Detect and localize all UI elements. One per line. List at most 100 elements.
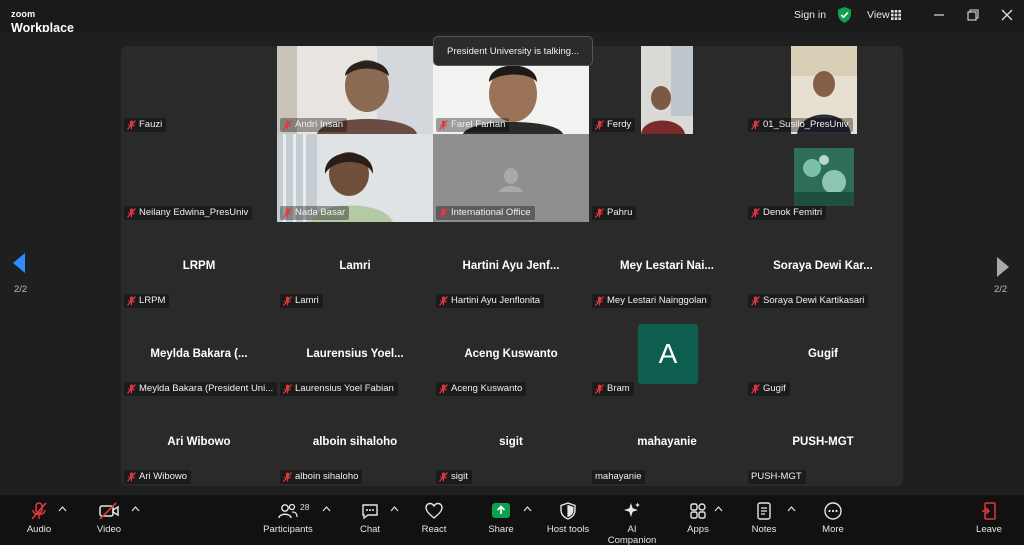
participant-tile-andri-insan[interactable]: Andri Insan — [277, 46, 433, 134]
mic-muted-icon — [751, 120, 760, 130]
view-menu-button[interactable]: View — [867, 9, 890, 21]
video-button[interactable]: Video — [94, 501, 124, 535]
participant-tile-aceng[interactable]: Aceng Kuswanto Aceng Kuswanto — [433, 310, 589, 398]
participant-display-name: Laurensius Yoel... — [306, 348, 404, 360]
participant-tile-hartini[interactable]: Hartini Ayu Jenf... Hartini Ayu Jenfloni… — [433, 222, 589, 310]
participant-name: mahayanie — [595, 471, 642, 482]
participants-icon — [278, 503, 298, 519]
participant-name: 01_Susilo_PresUniv — [763, 119, 849, 130]
restore-icon[interactable] — [964, 6, 982, 24]
participant-tile-mey-lestari[interactable]: Mey Lestari Nai... Mey Lestari Nainggola… — [589, 222, 745, 310]
ai-companion-button[interactable]: AI Companion — [602, 501, 662, 545]
participant-name: Bram — [607, 383, 630, 394]
participant-tile-lamri[interactable]: Lamri Lamri — [277, 222, 433, 310]
participant-tile-ferdy[interactable]: Ferdy — [589, 46, 745, 134]
close-icon[interactable] — [998, 6, 1016, 24]
more-button[interactable]: More — [818, 501, 848, 535]
app-logo: zoom Workplace — [11, 5, 74, 35]
participant-tile-lrpm[interactable]: LRPM LRPM — [121, 222, 277, 310]
participants-options-chevron-up-icon[interactable] — [322, 506, 331, 512]
mic-muted-icon — [283, 472, 292, 482]
participant-name: Andri Insan — [295, 119, 344, 130]
notes-icon — [757, 502, 771, 520]
participant-tile-fauzi[interactable]: Fauzi — [121, 46, 277, 134]
apps-options-chevron-up-icon[interactable] — [714, 506, 723, 512]
participant-tile-alboin[interactable]: alboin sihaloho alboin sihaloho — [277, 398, 433, 486]
react-button[interactable]: React — [418, 501, 450, 535]
notes-options-chevron-up-icon[interactable] — [787, 506, 796, 512]
participant-tile-denok-femitri[interactable]: Denok Femitri — [745, 134, 901, 222]
participant-tile-neilany[interactable]: Neilany Edwina_PresUniv — [121, 134, 277, 222]
name-tag: Pahru — [592, 206, 637, 220]
mic-muted-icon — [439, 472, 448, 482]
name-tag: Denok Femitri — [748, 206, 827, 220]
participant-tile-pahru[interactable]: Pahru — [589, 134, 745, 222]
name-tag: Fauzi — [124, 118, 167, 132]
name-tag: LRPM — [124, 294, 170, 308]
participant-tile-push-mgt[interactable]: PUSH-MGT PUSH-MGT — [745, 398, 901, 486]
avatar: A — [638, 324, 698, 384]
name-tag: Gugif — [748, 382, 790, 396]
previous-page-arrow-icon[interactable] — [12, 252, 26, 274]
mic-muted-icon — [31, 502, 47, 520]
video-options-chevron-up-icon[interactable] — [131, 506, 140, 512]
page-indicator-right: 2/2 — [994, 284, 1008, 295]
audio-button[interactable]: Audio — [24, 501, 54, 535]
name-tag: Ferdy — [592, 118, 636, 132]
chat-icon — [362, 504, 378, 520]
participant-name: LRPM — [139, 295, 166, 306]
participant-tile-mahayanie[interactable]: mahayanie mahayanie — [589, 398, 745, 486]
chat-button[interactable]: Chat — [356, 501, 384, 535]
shield-icon[interactable] — [837, 7, 852, 23]
participant-tile-international-office[interactable]: International Office — [433, 134, 589, 222]
leave-door-icon — [982, 502, 996, 520]
participant-tile-soraya[interactable]: Soraya Dewi Kar... Soraya Dewi Kartikasa… — [745, 222, 901, 310]
gallery-grid: Fauzi Andri Insan Farel Farhan Ferdy 01_… — [121, 46, 903, 486]
mic-muted-icon — [439, 120, 448, 130]
mic-muted-icon — [439, 296, 448, 306]
name-tag: Bram — [592, 382, 634, 396]
sparkle-icon — [624, 502, 640, 517]
ai-companion-label: AI Companion — [607, 524, 657, 545]
participant-tile-nada-basar[interactable]: Nada Basar — [277, 134, 433, 222]
notes-button[interactable]: Notes — [750, 501, 778, 535]
participant-tile-laurensius[interactable]: Laurensius Yoel... Laurensius Yoel Fabia… — [277, 310, 433, 398]
share-options-chevron-up-icon[interactable] — [523, 506, 532, 512]
next-page-arrow-icon[interactable] — [996, 256, 1010, 278]
participant-tile-susilo[interactable]: 01_Susilo_PresUniv — [745, 46, 901, 134]
name-tag: Andri Insan — [280, 118, 348, 132]
mic-muted-icon — [751, 208, 760, 218]
leave-button[interactable]: Leave — [974, 501, 1004, 535]
share-button[interactable]: Share — [486, 501, 516, 535]
audio-options-chevron-up-icon[interactable] — [58, 506, 67, 512]
apps-button[interactable]: Apps — [684, 501, 712, 535]
active-speaker-tooltip: President University is talking... — [433, 36, 593, 66]
participant-display-name: Soraya Dewi Kar... — [773, 260, 873, 272]
minimize-icon[interactable] — [930, 6, 948, 24]
participant-display-name: Hartini Ayu Jenf... — [462, 260, 560, 272]
participant-tile-sigit[interactable]: sigit sigit — [433, 398, 589, 486]
grid-view-icon[interactable] — [891, 10, 901, 20]
video-off-icon — [99, 502, 119, 520]
participant-tile-meylda[interactable]: Meylda Bakara (... Meylda Bakara (Presid… — [121, 310, 277, 398]
participants-count-badge: 28 — [300, 502, 310, 512]
meeting-toolbar: Audio Video Participants 28 Chat React S… — [0, 495, 1024, 545]
participant-display-name: PUSH-MGT — [792, 436, 854, 448]
chat-options-chevron-up-icon[interactable] — [390, 506, 399, 512]
chat-label: Chat — [359, 524, 381, 535]
name-tag: alboin sihaloho — [280, 470, 363, 484]
mic-muted-icon — [127, 384, 136, 394]
share-screen-icon — [492, 503, 510, 518]
notes-label: Notes — [751, 524, 777, 535]
name-tag: Neilany Edwina_PresUniv — [124, 206, 253, 220]
more-icon — [824, 502, 842, 520]
mic-muted-icon — [751, 384, 760, 394]
sign-in-link[interactable]: Sign in — [794, 9, 826, 21]
react-label: React — [421, 524, 447, 535]
host-tools-button[interactable]: Host tools — [545, 501, 591, 535]
mic-muted-icon — [595, 208, 604, 218]
audio-label: Audio — [26, 524, 52, 535]
participant-tile-ari-wibowo[interactable]: Ari Wibowo Ari Wibowo — [121, 398, 277, 486]
participant-tile-gugif[interactable]: Gugif Gugif — [745, 310, 901, 398]
participant-display-name: Ari Wibowo — [167, 436, 231, 448]
